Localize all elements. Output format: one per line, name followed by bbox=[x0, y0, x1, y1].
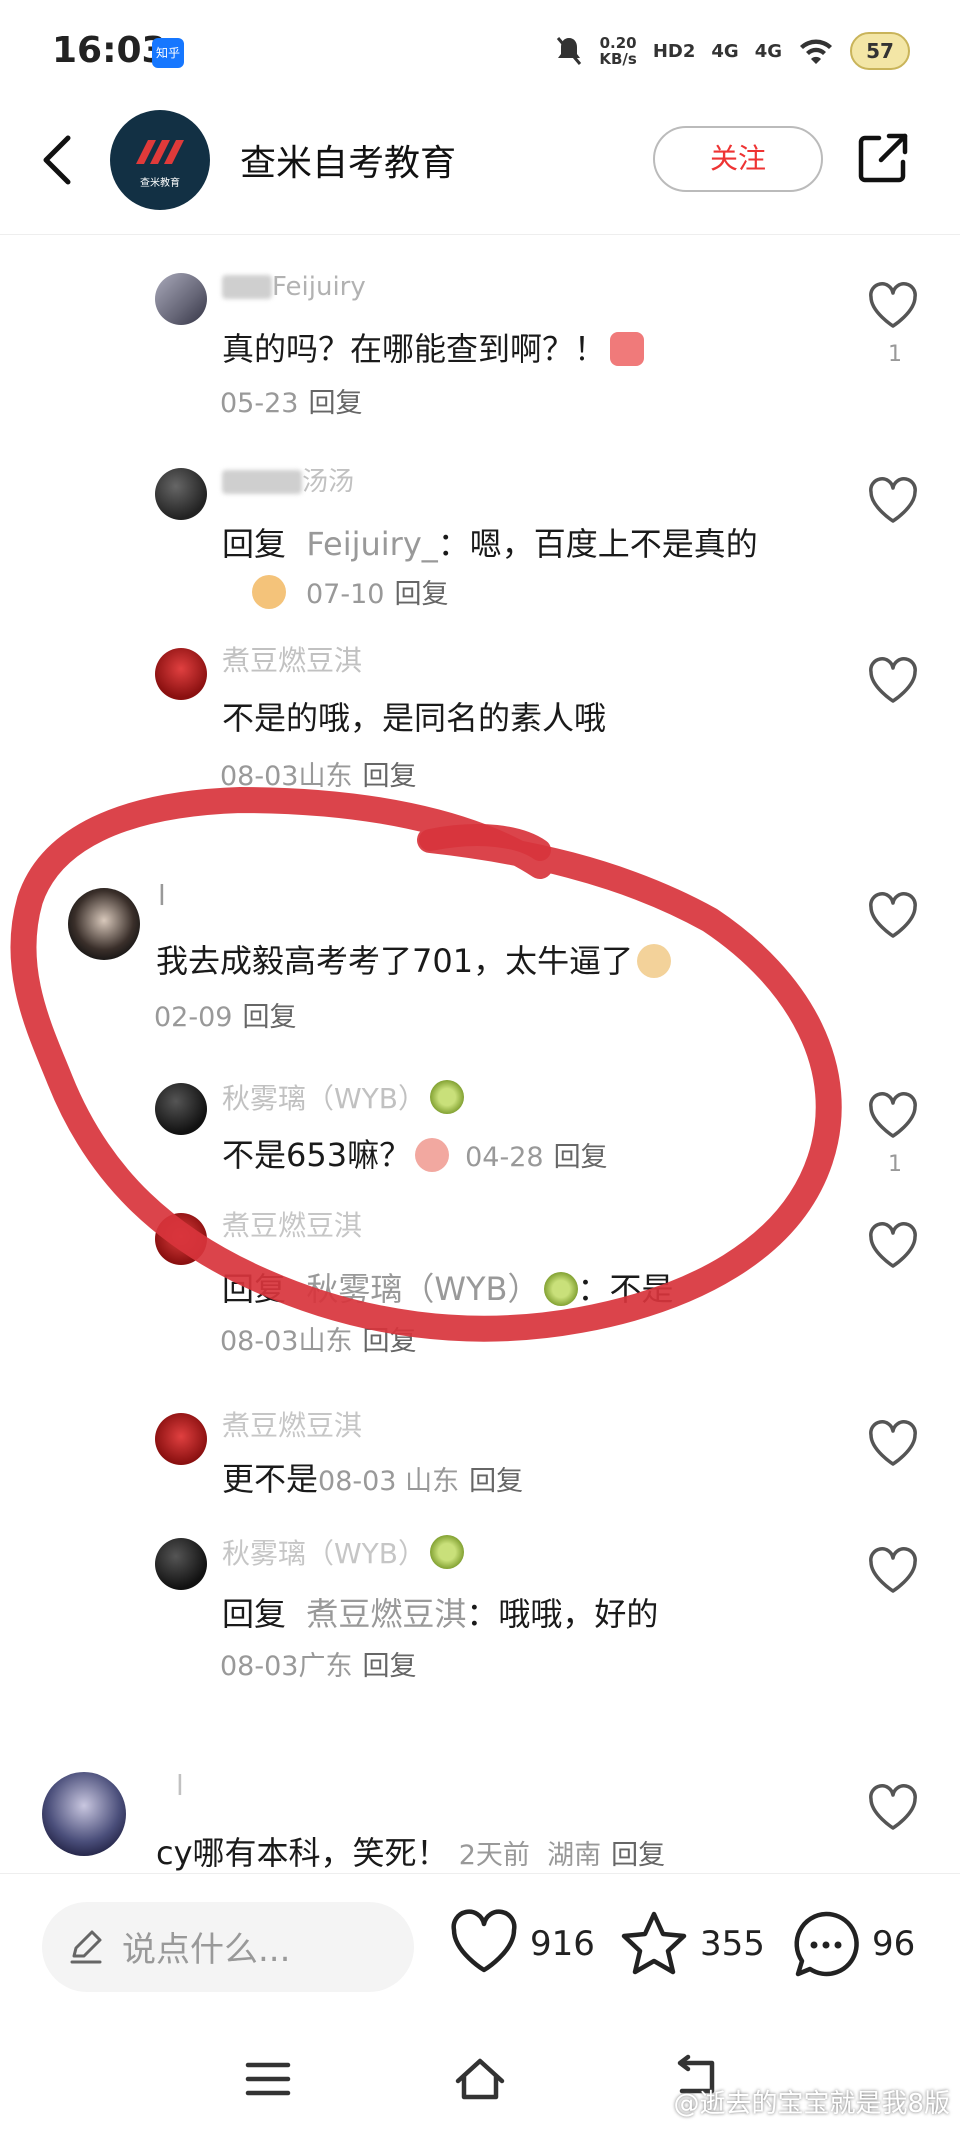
logo-mark-icon bbox=[136, 140, 184, 164]
kiwi-icon bbox=[430, 1080, 464, 1114]
status-indicators: 0.20 KB/s HD2 4G 4G 57 bbox=[555, 26, 910, 76]
comment-username[interactable]: 煮豆燃豆淇 bbox=[222, 1410, 362, 1442]
reply-link[interactable]: 回复 bbox=[554, 1142, 608, 1173]
emoji-icon bbox=[415, 1138, 450, 1172]
watermark-text: @逝去的宝宝就是我8版 bbox=[673, 2089, 950, 2119]
avatar[interactable] bbox=[155, 273, 207, 325]
star-icon bbox=[621, 1911, 687, 1975]
bottom-action-bar: 说点什么... 916 355 96 bbox=[0, 1873, 960, 2023]
home-icon[interactable] bbox=[452, 2051, 508, 2107]
reply-target[interactable]: 秋雾璃（WYB） bbox=[306, 1270, 539, 1308]
logo-text: 查米教育 bbox=[140, 178, 180, 189]
comment-button[interactable]: 96 bbox=[790, 1904, 915, 1984]
account-title: 查米自考教育 bbox=[240, 143, 457, 184]
follow-button[interactable]: 关注 bbox=[653, 126, 823, 192]
avatar[interactable] bbox=[68, 888, 140, 960]
heart-icon[interactable] bbox=[868, 892, 918, 940]
share-icon[interactable] bbox=[855, 130, 911, 186]
menu-icon[interactable] bbox=[240, 2051, 296, 2107]
hd-indicator: HD2 bbox=[652, 40, 696, 62]
reply-link[interactable]: 回复 bbox=[242, 1002, 296, 1033]
heart-icon[interactable] bbox=[868, 1222, 918, 1270]
comment-meta: 05-23 回复 bbox=[220, 388, 363, 419]
reply-link[interactable]: 回复 bbox=[308, 388, 362, 419]
comment-meta: 08-03山东 回复 bbox=[220, 761, 417, 792]
net-speed: 0.20 KB/s bbox=[599, 34, 637, 68]
avatar[interactable] bbox=[155, 1538, 207, 1590]
emoji-icon bbox=[252, 575, 286, 609]
heart-icon[interactable] bbox=[868, 477, 918, 525]
comment-meta: 02-09 回复 bbox=[154, 1002, 297, 1033]
kiwi-icon bbox=[430, 1535, 464, 1569]
like-button[interactable]: 916 bbox=[448, 1904, 595, 1984]
comment-meta: 08-03广东 回复 bbox=[220, 1651, 417, 1682]
comment-text: 我去成毅高考考了701，太牛逼了 bbox=[156, 938, 672, 984]
app-badge-icon: 知乎 bbox=[152, 38, 184, 68]
comment-text: 回复 煮豆燃豆淇：哦哦，好的 bbox=[222, 1595, 659, 1633]
heart-icon bbox=[451, 1909, 517, 1973]
comment-text: cy哪有本科，笑死！ 2天前 湖南 回复 bbox=[156, 1834, 666, 1872]
like-count: 916 bbox=[530, 1924, 595, 1964]
comment-count: 96 bbox=[872, 1924, 916, 1964]
comment-username[interactable]: l bbox=[158, 880, 166, 912]
reply-link[interactable]: 回复 bbox=[362, 761, 416, 792]
status-bar: 16:03 知乎 0.20 KB/s HD2 4G 4G 57 bbox=[0, 0, 960, 100]
signal-1: 4G bbox=[711, 40, 739, 62]
kiwi-icon bbox=[543, 1272, 578, 1306]
comment-meta: 07-10 回复 bbox=[252, 575, 448, 615]
comment-username[interactable]: 秋雾璃（WYB） bbox=[222, 1080, 464, 1115]
top-header: 查米教育 查米自考教育 关注 bbox=[0, 100, 960, 235]
like-count: 1 bbox=[888, 342, 902, 367]
comment-text: 回复 Feijuiry_：嗯，百度上不是真的 bbox=[222, 525, 758, 563]
avatar[interactable] bbox=[155, 468, 207, 520]
reply-link[interactable]: 回复 bbox=[611, 1840, 665, 1871]
emoji-icon bbox=[637, 944, 672, 978]
avatar[interactable] bbox=[42, 1772, 126, 1856]
avatar[interactable] bbox=[155, 1213, 207, 1265]
comment-text: 不是的哦，是同名的素人哦 bbox=[222, 699, 607, 737]
reply-link[interactable]: 回复 bbox=[362, 1326, 416, 1357]
avatar[interactable] bbox=[155, 1413, 207, 1465]
comment-text: 不是653嘛？ 04-28 回复 bbox=[222, 1136, 608, 1174]
account-avatar[interactable]: 查米教育 bbox=[110, 110, 210, 210]
comment-input[interactable]: 说点什么... bbox=[42, 1902, 414, 1992]
pencil-icon bbox=[70, 1930, 102, 1964]
heart-icon[interactable] bbox=[868, 1420, 918, 1468]
star-count: 355 bbox=[700, 1924, 765, 1964]
comment-username[interactable]: 秋雾璃（WYB） bbox=[222, 1535, 464, 1570]
comment-text: 更不是08-03 山东 回复 bbox=[222, 1460, 524, 1498]
comment-username[interactable]: 煮豆燃豆淇 bbox=[222, 1210, 362, 1242]
reply-target[interactable]: Feijuiry_ bbox=[306, 525, 437, 563]
status-time: 16:03 bbox=[52, 30, 167, 71]
comment-bubble-icon bbox=[794, 1911, 859, 1977]
heart-icon[interactable] bbox=[868, 1092, 918, 1140]
heart-icon[interactable] bbox=[868, 657, 918, 705]
emoji-icon bbox=[610, 332, 645, 366]
heart-icon[interactable] bbox=[868, 282, 918, 330]
comment-username[interactable]: l bbox=[176, 1770, 184, 1802]
heart-icon[interactable] bbox=[868, 1547, 918, 1595]
reply-target[interactable]: 煮豆燃豆淇 bbox=[306, 1595, 466, 1633]
reply-link[interactable]: 回复 bbox=[394, 579, 448, 610]
wifi-icon bbox=[800, 39, 832, 64]
favorite-button[interactable]: 355 bbox=[618, 1904, 765, 1984]
reply-link[interactable]: 回复 bbox=[362, 1651, 416, 1682]
mute-icon bbox=[557, 37, 582, 65]
battery-indicator: 57 bbox=[850, 32, 910, 70]
avatar[interactable] bbox=[155, 1083, 207, 1135]
comment-username[interactable]: Feijuiry bbox=[222, 270, 366, 302]
comment-username[interactable]: 汤汤 bbox=[222, 465, 354, 497]
avatar[interactable] bbox=[155, 648, 207, 700]
back-arrow-icon[interactable] bbox=[34, 130, 84, 190]
comment-placeholder: 说点什么... bbox=[122, 1930, 291, 1970]
comment-text: 真的吗？在哪能查到啊？！ bbox=[222, 326, 645, 372]
comment-meta: 08-03山东 回复 bbox=[220, 1326, 417, 1357]
like-count: 1 bbox=[888, 1152, 902, 1177]
comment-username[interactable]: 煮豆燃豆淇 bbox=[222, 645, 362, 677]
comment-text: 回复 秋雾璃（WYB） ：不是 bbox=[222, 1270, 674, 1308]
reply-link[interactable]: 回复 bbox=[469, 1466, 523, 1497]
heart-icon[interactable] bbox=[868, 1784, 918, 1832]
signal-2: 4G bbox=[754, 40, 782, 62]
